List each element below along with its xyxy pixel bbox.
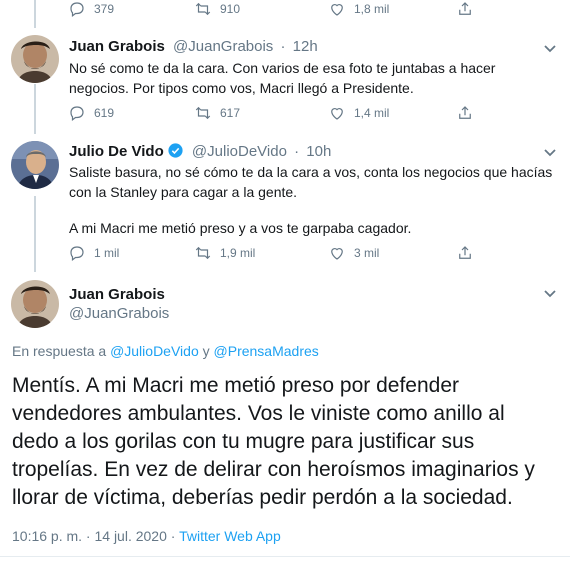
divider <box>0 556 570 557</box>
reply-2-text: Saliste basura, no sé cómo te da la cara… <box>69 162 564 238</box>
share-icon <box>459 106 471 119</box>
avatar-juan-grabois[interactable] <box>11 35 59 83</box>
reply-1-text: No sé como te da la cara. Con varios de … <box>69 58 549 98</box>
tweet-meta: 10:16 p. m. · 14 jul. 2020 · Twitter Web… <box>12 528 281 544</box>
user-handle[interactable]: @JulioDeVido <box>192 143 287 160</box>
like-icon <box>331 108 343 120</box>
user-handle[interactable]: @JuanGrabois <box>173 38 273 55</box>
reply-conjunction: y <box>202 343 210 359</box>
reply-count: 1 mil <box>94 246 120 260</box>
retweet-icon <box>195 106 211 120</box>
reply-count: 379 <box>94 2 115 16</box>
like-count: 1,4 mil <box>354 106 390 120</box>
tweet-time[interactable]: 12h <box>293 38 318 55</box>
like-button[interactable]: 1,8 mil <box>328 0 389 18</box>
mention-link[interactable]: @PrensaMadres <box>214 343 319 359</box>
share-button[interactable] <box>456 244 474 262</box>
like-count: 3 mil <box>354 246 380 260</box>
retweet-icon <box>195 2 211 16</box>
verified-badge-icon <box>168 143 183 158</box>
text-line: Saliste basura, no sé cómo te da la cara… <box>69 164 553 180</box>
reply-button[interactable]: 619 <box>68 104 114 122</box>
share-button[interactable] <box>456 104 474 122</box>
text-line: tropelías. En vez de delirar con heroísm… <box>12 458 535 481</box>
avatar-juan-grabois[interactable] <box>11 280 59 328</box>
separator-dot: · <box>280 38 286 55</box>
chevron-down-icon[interactable] <box>542 40 558 56</box>
like-icon <box>331 4 343 16</box>
reply-1-header: Juan Grabois @JuanGrabois · 12h <box>69 38 318 55</box>
mention-link[interactable]: @JulioDeVido <box>110 343 199 359</box>
reply-context: En respuesta a @JulioDeVido y @PrensaMad… <box>12 343 319 359</box>
avatar-julio-de-vido[interactable] <box>11 141 59 189</box>
user-name[interactable]: Juan Grabois <box>69 38 165 55</box>
text-line: vendedores ambulantes. Vos le viniste co… <box>12 402 505 425</box>
like-count: 1,8 mil <box>354 2 390 16</box>
reply-icon <box>70 246 84 261</box>
tweet-time[interactable]: 10h <box>306 143 331 160</box>
retweet-count: 1,9 mil <box>220 246 256 260</box>
retweet-button[interactable]: 617 <box>194 104 240 122</box>
like-button[interactable]: 1,4 mil <box>328 104 389 122</box>
thread-line-top <box>34 0 36 28</box>
retweet-button[interactable]: 910 <box>194 0 240 18</box>
text-line: negocios. Por tipos como vos, Macri lleg… <box>69 80 414 96</box>
like-button[interactable]: 3 mil <box>328 244 379 262</box>
thread-line-2 <box>34 196 36 272</box>
retweet-icon <box>195 246 211 260</box>
reply-2-header: Julio De Vido @JulioDeVido · 10h <box>69 142 331 160</box>
reply-button[interactable]: 1 mil <box>68 244 119 262</box>
share-icon <box>459 246 471 259</box>
user-name[interactable]: Julio De Vido <box>69 143 164 160</box>
share-icon <box>459 2 471 15</box>
text-line: No sé como te da la cara. Con varios de … <box>69 60 496 76</box>
retweet-count: 617 <box>220 106 241 120</box>
text-line: llorar de víctima, deberías pedir perdón… <box>12 486 513 509</box>
reply-icon <box>70 106 84 121</box>
chevron-down-icon[interactable] <box>542 144 558 160</box>
main-user-name[interactable]: Juan Grabois <box>69 286 165 303</box>
text-line: A mi Macri me metió preso y a vos te gar… <box>69 220 412 236</box>
client-link[interactable]: Twitter Web App <box>179 528 281 544</box>
like-icon <box>331 248 343 260</box>
text-line: Mentís. A mi Macri me metió preso por de… <box>12 374 460 397</box>
tweet-timestamp[interactable]: 10:16 p. m. · 14 jul. 2020 <box>12 528 167 544</box>
reply-button[interactable]: 379 <box>68 0 114 18</box>
retweet-count: 910 <box>220 2 241 16</box>
thread-line-1 <box>34 84 36 134</box>
separator-dot: · <box>294 143 300 160</box>
reply-icon <box>70 2 84 17</box>
main-tweet-text: Mentís. A mi Macri me metió preso por de… <box>12 372 558 512</box>
separator-dot: · <box>170 528 176 544</box>
share-button[interactable] <box>456 0 474 18</box>
chevron-down-icon[interactable] <box>542 285 558 301</box>
reply-prefix: En respuesta a <box>12 343 107 359</box>
main-user-handle[interactable]: @JuanGrabois <box>69 305 169 322</box>
reply-count: 619 <box>94 106 115 120</box>
text-line: con la Stanley para cagar a la gente. <box>69 184 298 200</box>
text-line: dedo a los gorilas con tu mugre para jus… <box>12 430 475 453</box>
retweet-button[interactable]: 1,9 mil <box>194 244 255 262</box>
